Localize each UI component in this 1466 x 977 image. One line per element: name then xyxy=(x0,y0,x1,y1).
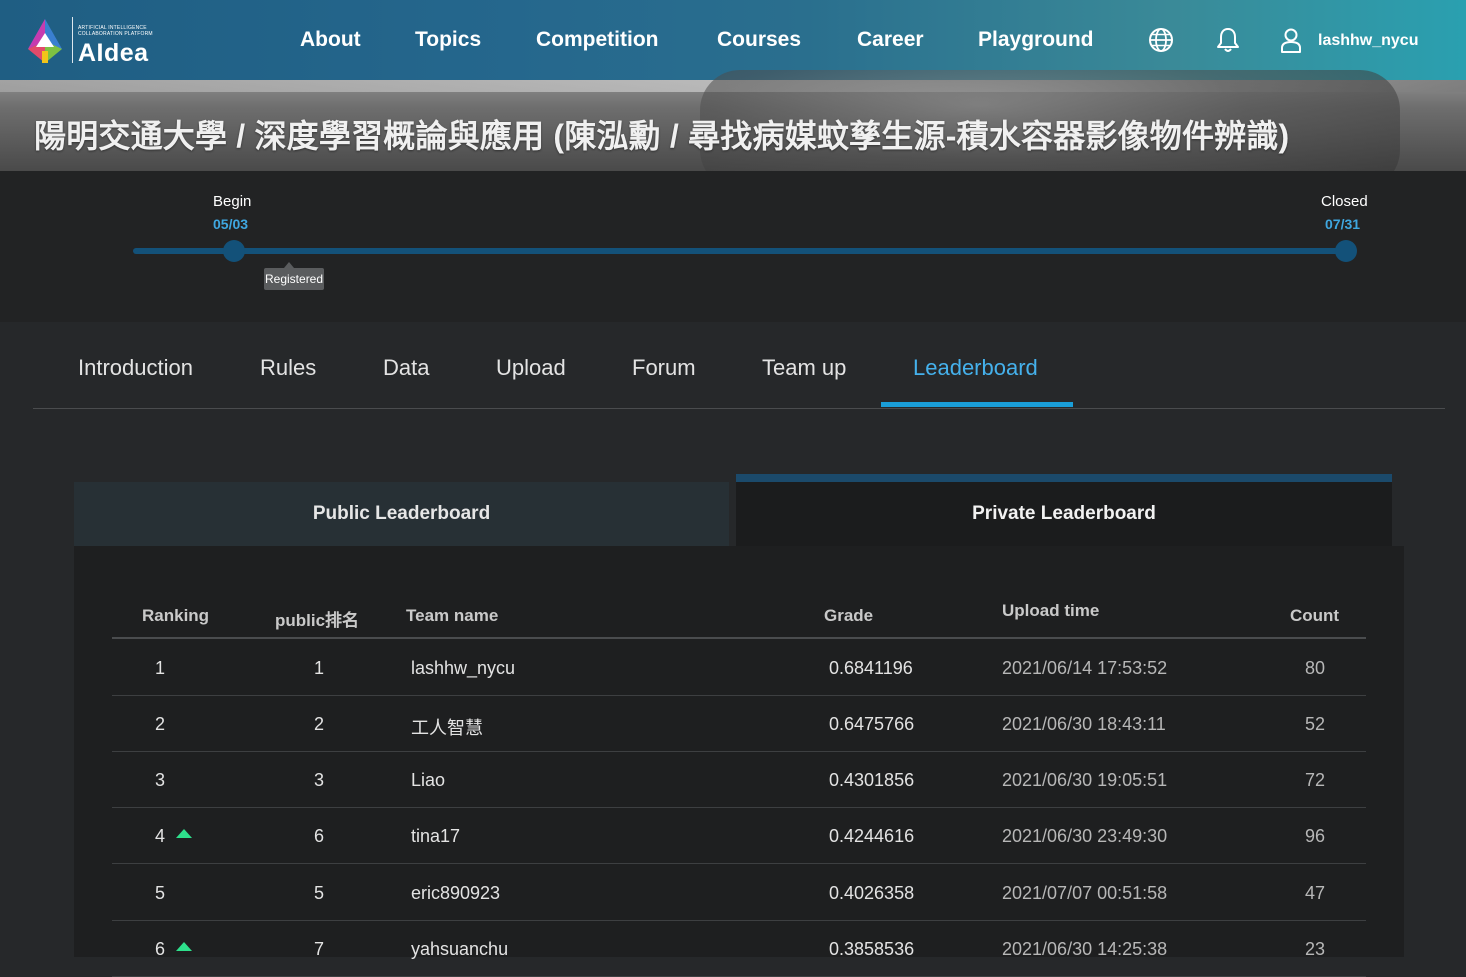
upload-time-cell: 2021/06/30 18:43:11 xyxy=(1002,714,1166,734)
column-header-grade: Grade xyxy=(824,606,874,625)
logo-wordmark: AIdea xyxy=(78,39,149,67)
upload-time-cell: 2021/07/07 00:51:58 xyxy=(1002,883,1168,903)
timeline-begin-dot xyxy=(223,240,245,262)
tab-rules[interactable]: Rules xyxy=(260,355,316,381)
active-tab-indicator xyxy=(881,402,1073,407)
grade-cell: 0.4244616 xyxy=(829,826,915,846)
bell-icon[interactable] xyxy=(1214,26,1242,54)
timeline-end-dot xyxy=(1335,240,1357,262)
competition-tabs: Introduction Rules Data Upload Forum Tea… xyxy=(33,322,1445,409)
grade-cell: 0.6475766 xyxy=(829,714,915,734)
team-name-cell: eric890923 xyxy=(411,883,501,903)
count-cell: 96 xyxy=(1305,826,1326,846)
count-cell: 47 xyxy=(1305,883,1326,903)
tab-leaderboard[interactable]: Leaderboard xyxy=(913,355,1038,381)
globe-icon[interactable] xyxy=(1147,26,1175,54)
count-cell: 52 xyxy=(1305,714,1326,734)
rank-cell: 5 xyxy=(155,883,166,903)
hero-banner: ARTIFICIAL INTELLIGENCE COLLABORATION PL… xyxy=(0,0,1466,171)
competition-timeline: Begin 05/03 Closed 07/31 Registered xyxy=(0,171,1466,322)
username-label[interactable]: lashhw_nycu xyxy=(1318,32,1418,50)
nav-topics[interactable]: Topics xyxy=(415,28,481,52)
upload-time-cell: 2021/06/14 17:53:52 xyxy=(1002,658,1168,678)
public-rank-cell: 2 xyxy=(314,714,325,734)
logo-tagline: ARTIFICIAL INTELLIGENCE COLLABORATION PL… xyxy=(78,25,153,37)
upload-time-cell: 2021/06/30 19:05:51 xyxy=(1002,770,1168,790)
column-header-count: Count xyxy=(1290,606,1340,625)
grade-cell: 0.4301856 xyxy=(829,770,915,790)
tab-introduction[interactable]: Introduction xyxy=(78,355,193,381)
public-rank-cell: 5 xyxy=(314,883,325,903)
table-row: 4 6 tina17 0.4244616 2021/06/30 23:49:30 96 xyxy=(112,807,1366,864)
column-header-ranking: Ranking xyxy=(142,606,210,625)
tab-upload[interactable]: Upload xyxy=(496,355,566,381)
page-title: 陽明交通大學 / 深度學習概論與應用 (陳泓勳 / 尋找病媒蚊孳生源-積水容器影… xyxy=(34,118,1290,154)
rank-up-arrow-icon xyxy=(176,942,192,951)
public-rank-cell: 6 xyxy=(314,826,325,846)
nav-courses[interactable]: Courses xyxy=(717,28,801,52)
public-leaderboard-button[interactable]: Public Leaderboard xyxy=(74,482,729,546)
column-header-public-rank: public排名 xyxy=(275,611,360,630)
count-cell: 72 xyxy=(1305,770,1326,790)
team-name-cell: lashhw_nycu xyxy=(411,658,516,678)
timeline-end-label: Closed xyxy=(1321,193,1368,210)
nav-playground[interactable]: Playground xyxy=(978,28,1094,52)
table-row: 3 3 Liao 0.4301856 2021/06/30 19:05:51 72 xyxy=(112,751,1366,808)
top-navbar: ARTIFICIAL INTELLIGENCE COLLABORATION PL… xyxy=(0,0,1466,80)
tab-forum[interactable]: Forum xyxy=(632,355,696,381)
timeline-end-date: 07/31 xyxy=(1325,216,1361,232)
nav-competition[interactable]: Competition xyxy=(536,28,658,52)
aidea-logo[interactable]: ARTIFICIAL INTELLIGENCE COLLABORATION PL… xyxy=(22,15,172,67)
public-rank-cell: 3 xyxy=(314,770,325,790)
rank-cell: 3 xyxy=(155,770,166,790)
team-name-cell: 工人智慧 xyxy=(411,718,483,738)
tab-team-up[interactable]: Team up xyxy=(762,355,846,381)
user-icon[interactable] xyxy=(1277,26,1305,54)
rank-cell: 2 xyxy=(155,714,166,734)
grade-cell: 0.4026358 xyxy=(829,883,915,903)
logo-mark-icon xyxy=(28,19,62,63)
column-header-upload-time: Upload time xyxy=(1002,601,1100,620)
upload-time-cell: 2021/06/30 23:49:30 xyxy=(1002,826,1168,846)
timeline-track xyxy=(133,248,1356,254)
count-cell: 80 xyxy=(1305,658,1326,678)
rank-cell: 1 xyxy=(155,658,166,678)
public-rank-cell: 1 xyxy=(314,658,325,678)
logo-divider xyxy=(72,17,73,63)
registered-tooltip: Registered xyxy=(264,262,325,290)
table-row: 5 5 eric890923 0.4026358 2021/07/07 00:51:58… xyxy=(112,864,1366,921)
nav-career[interactable]: Career xyxy=(857,28,924,52)
tab-data[interactable]: Data xyxy=(383,355,429,381)
grade-cell: 0.6841196 xyxy=(829,658,913,678)
table-row: 1 1 lashhw_nycu 0.6841196 2021/06/14 17:53:5… xyxy=(112,639,1366,696)
rank-up-arrow-icon xyxy=(176,829,192,838)
leaderboard-switch: Public Leaderboard Private Leaderboard xyxy=(74,474,1392,546)
timeline-begin-date: 05/03 xyxy=(213,216,249,232)
team-name-cell: tina17 xyxy=(411,826,461,846)
rank-cell: 4 xyxy=(155,826,166,846)
column-header-team-name: Team name xyxy=(406,606,499,625)
private-leaderboard-button[interactable]: Private Leaderboard xyxy=(736,474,1392,546)
nav-about[interactable]: About xyxy=(300,28,361,52)
leaderboard-table: Ranking public排名 Team name Grade Upload … xyxy=(74,546,1404,977)
timeline-begin-label: Begin xyxy=(213,193,252,210)
team-name-cell: Liao xyxy=(411,770,446,790)
table-row: 6 7 yahsuanchu 0.3858536 2021/06/30 14:25:38… xyxy=(112,920,1366,977)
table-row: 2 2 工人智慧 0.6475766 2021/06/30 18:43:11 52 xyxy=(112,695,1366,752)
